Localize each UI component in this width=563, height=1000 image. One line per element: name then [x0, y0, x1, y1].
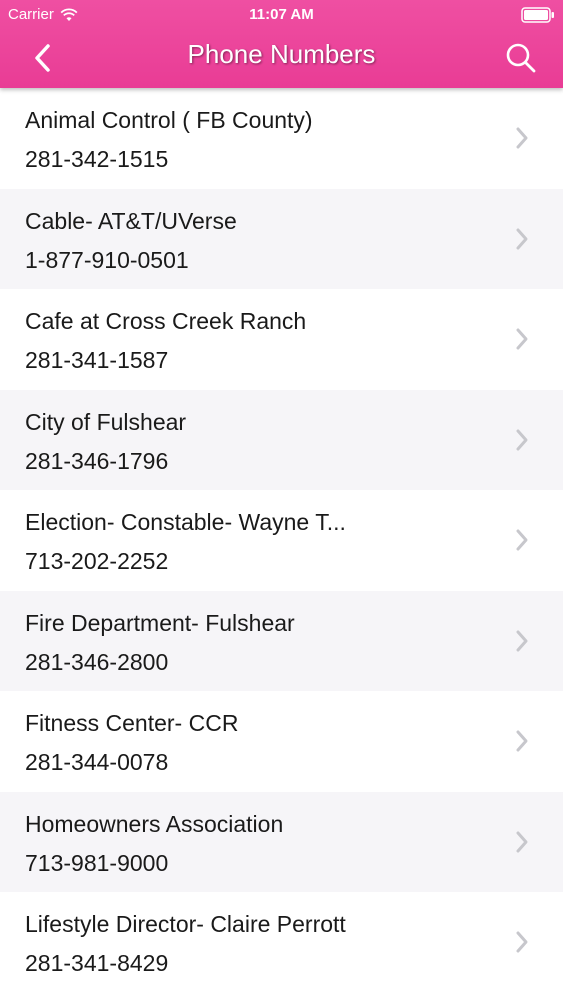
- contact-phone: 281-344-0078: [25, 749, 169, 775]
- contact-name: Election- Constable- Wayne T...: [25, 509, 346, 535]
- phone-number-list: Animal Control ( FB County) 281-342-1515…: [0, 88, 563, 993]
- contact-name: Cable- AT&T/UVerse: [25, 207, 237, 234]
- list-item[interactable]: Cable- AT&T/UVerse 1-877-910-0501: [0, 188, 563, 289]
- status-bar: Carrier 11:07 AM: [0, 0, 563, 30]
- chevron-right-icon: [516, 630, 528, 651]
- contact-phone: 281-342-1515: [25, 146, 169, 172]
- chevron-right-icon: [516, 328, 528, 350]
- contact-phone: 281-346-2800: [25, 648, 169, 675]
- contact-phone: 1-877-910-0501: [25, 246, 189, 273]
- list-item[interactable]: Animal Control ( FB County) 281-342-1515: [0, 88, 563, 189]
- list-item[interactable]: Election- Constable- Wayne T... 713-202-…: [0, 490, 563, 591]
- battery-icon: [521, 7, 554, 23]
- contact-name: Cafe at Cross Creek Ranch: [25, 308, 307, 334]
- contact-name: City of Fulshear: [25, 408, 187, 435]
- contact-phone: 713-981-9000: [25, 849, 169, 876]
- nav-bar: Phone Numbers: [0, 30, 563, 88]
- chevron-right-icon: [516, 529, 528, 551]
- list-item[interactable]: Fitness Center- CCR 281-344-0078: [0, 691, 563, 792]
- chevron-right-icon: [516, 127, 528, 149]
- chevron-right-icon: [516, 429, 528, 450]
- chevron-right-icon: [516, 730, 528, 752]
- contact-phone: 713-202-2252: [25, 548, 169, 574]
- page-title: Phone Numbers: [187, 39, 376, 69]
- chevron-right-icon: [516, 228, 528, 249]
- contact-name: Animal Control ( FB County): [25, 107, 313, 133]
- contact-name: Lifestyle Director- Claire Perrott: [25, 911, 346, 937]
- contact-name: Fire Department- Fulshear: [25, 609, 295, 636]
- status-time: 11:07 AM: [249, 6, 314, 23]
- contact-phone: 281-341-8429: [25, 950, 169, 976]
- contact-phone: 281-346-1796: [25, 447, 169, 474]
- list-item[interactable]: City of Fulshear 281-346-1796: [0, 389, 563, 490]
- list-item[interactable]: Homeowners Association 713-981-9000: [0, 791, 563, 892]
- list-item[interactable]: Fire Department- Fulshear 281-346-2800: [0, 590, 563, 691]
- list-item[interactable]: Lifestyle Director- Claire Perrott 281-3…: [0, 892, 563, 993]
- contact-name: Fitness Center- CCR: [25, 710, 239, 736]
- contact-name: Homeowners Association: [25, 810, 284, 837]
- header: Carrier 11:07 AM Phone Numbers: [0, 0, 563, 88]
- search-icon: [506, 43, 536, 73]
- chevron-right-icon: [516, 931, 528, 953]
- list-item[interactable]: Cafe at Cross Creek Ranch 281-341-1587: [0, 289, 563, 390]
- search-button[interactable]: [501, 38, 541, 78]
- chevron-right-icon: [516, 831, 528, 852]
- contact-phone: 281-341-1587: [25, 347, 169, 373]
